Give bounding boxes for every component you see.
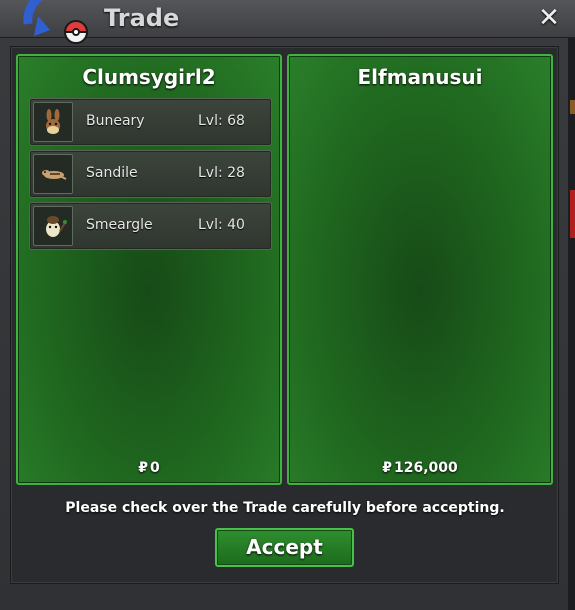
accept-button[interactable]: Accept <box>215 528 354 567</box>
pokemon-name: Sandile <box>86 165 138 181</box>
sandile-sprite-icon <box>33 154 73 194</box>
title-bar[interactable]: Trade ✕ <box>0 0 575 44</box>
background-edge-mark <box>570 100 575 114</box>
close-button[interactable]: ✕ <box>535 4 563 32</box>
trader-name-left: Clumsygirl2 <box>82 65 216 89</box>
trade-item-sandile[interactable]: Sandile Lvl: 28 <box>29 150 272 198</box>
pokeball-logo-icon <box>23 0 89 44</box>
pokedollar-icon: ₽ <box>138 460 148 476</box>
money-amount-left: 0 <box>150 460 160 476</box>
pokedollar-icon: ₽ <box>382 460 392 476</box>
money-offer-left: ₽0 <box>18 460 280 476</box>
trade-notice: Please check over the Trade carefully be… <box>65 500 505 516</box>
offer-panel-left: Clumsygirl2 Buneary Lvl: 68 Sandile Lvl:… <box>16 54 282 485</box>
pokemon-level: Lvl: 28 <box>198 165 245 181</box>
pokemon-level: Lvl: 68 <box>198 113 245 129</box>
background-edge <box>568 38 575 610</box>
pokemon-name: Buneary <box>86 113 145 129</box>
trader-name-right: Elfmanusui <box>357 65 483 89</box>
buneary-sprite-icon <box>33 102 73 142</box>
pokemon-name: Smeargle <box>86 217 153 233</box>
pokemon-level: Lvl: 40 <box>198 217 245 233</box>
trade-item-smeargle[interactable]: Smeargle Lvl: 40 <box>29 202 272 250</box>
smeargle-sprite-icon <box>33 206 73 246</box>
background-edge-mark <box>570 190 575 238</box>
trade-item-buneary[interactable]: Buneary Lvl: 68 <box>29 98 272 146</box>
trade-window: Trade ✕ Clumsygirl2 Buneary Lvl: 68 Sand… <box>0 0 575 610</box>
money-offer-right: ₽126,000 <box>289 460 551 476</box>
offer-panel-right: Elfmanusui ₽126,000 <box>287 54 553 485</box>
window-title: Trade <box>104 4 180 32</box>
money-amount-right: 126,000 <box>393 460 458 476</box>
